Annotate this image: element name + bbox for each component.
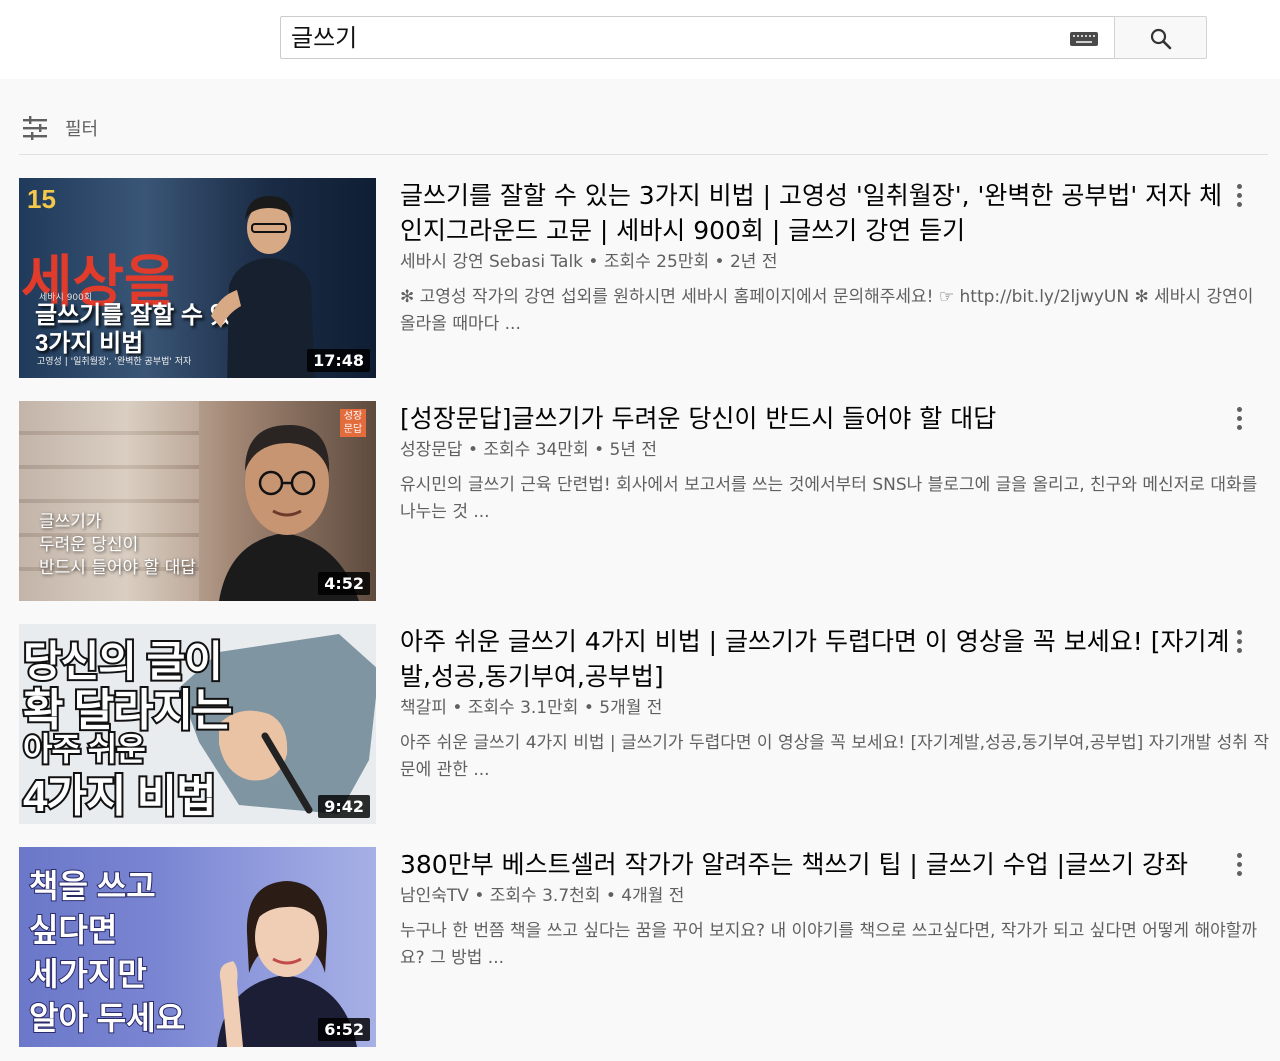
video-result[interactable]: 당신의 글이 확 달라지는 아주 쉬운 4가지 비법 9:42 아주 쉬운 글쓰… bbox=[19, 624, 1269, 824]
channel-name[interactable]: 책갈피 bbox=[400, 698, 447, 718]
thumbnail-author: 고영성 | '일취월장', '완벽한 공부법' 저자 bbox=[37, 357, 192, 367]
video-description: 유시민의 글쓰기 근육 단련법! 회사에서 보고서를 쓰는 것에서부터 SNS나… bbox=[400, 475, 1258, 522]
byline-separator: • bbox=[594, 440, 605, 460]
byline-separator: • bbox=[474, 886, 485, 906]
sliders-icon bbox=[23, 116, 47, 140]
video-duration: 17:48 bbox=[307, 349, 370, 372]
upload-age: 5개월 전 bbox=[599, 698, 663, 718]
filter-label: 필터 bbox=[65, 119, 99, 140]
video-byline: 남인숙TV • 조회수 3.7천회 • 4개월 전 bbox=[400, 884, 1230, 908]
byline-separator: • bbox=[714, 252, 725, 272]
video-result[interactable]: 책을 쓰고 싶다면 세가지만 알아 두세요 6:52 380만부 베스트셀러 작… bbox=[19, 847, 1269, 1047]
thumbnail-caption-line: 책을 쓰고 bbox=[28, 867, 157, 905]
video-result[interactable]: 성장 문답 글쓰기가 두려운 당신이 반드시 들어야 할 대답 4:52 [성장… bbox=[19, 401, 1269, 601]
video-title[interactable]: 380만부 베스트셀러 작가가 알려주는 책쓰기 팁 | 글쓰기 수업 |글쓰기… bbox=[400, 847, 1230, 882]
thumbnail-caption-line: 세가지만 bbox=[28, 955, 148, 993]
channel-name[interactable]: 성장문답 bbox=[400, 440, 463, 460]
byline-separator: • bbox=[467, 440, 478, 460]
more-options-icon[interactable] bbox=[1229, 851, 1249, 877]
thumbnail-caption-line: 4가지 비법 bbox=[21, 770, 219, 823]
byline-separator: • bbox=[605, 886, 616, 906]
thumbnail-caption: 글쓰기가 두려운 당신이 반드시 들어야 할 대답 bbox=[39, 512, 196, 578]
video-title[interactable]: [성장문답]글쓰기가 두려운 당신이 반드시 들어야 할 대답 bbox=[400, 401, 1230, 436]
video-meta: [성장문답]글쓰기가 두려운 당신이 반드시 들어야 할 대답 성장문답 • 조… bbox=[400, 401, 1257, 526]
video-meta: 글쓰기를 잘할 수 있는 3가지 비법 | 고영성 '일취월장', '완벽한 공… bbox=[400, 178, 1253, 338]
video-title[interactable]: 아주 쉬운 글쓰기 4가지 비법 | 글쓰기가 두렵다면 이 영상을 꼭 보세요… bbox=[400, 624, 1230, 694]
search-input[interactable]: 글쓰기 bbox=[280, 16, 1116, 59]
search-icon bbox=[1150, 28, 1172, 50]
video-byline: 세바시 강연 Sebasi Talk • 조회수 25만회 • 2년 전 bbox=[400, 250, 1230, 274]
view-count: 조회수 3.1만회 bbox=[467, 698, 579, 718]
video-description: ✻ 고영성 작가의 강연 섭외를 원하시면 세바시 홈페이지에서 문의해주세요!… bbox=[400, 287, 1254, 334]
filter-button[interactable]: 필터 bbox=[20, 112, 98, 144]
thumbnail-caption-line: 싶다면 bbox=[28, 911, 118, 949]
channel-name[interactable]: 남인숙TV bbox=[400, 886, 469, 906]
view-count: 조회수 3.7천회 bbox=[489, 886, 601, 906]
byline-separator: • bbox=[583, 698, 594, 718]
byline-separator: • bbox=[452, 698, 463, 718]
video-meta: 380만부 베스트셀러 작가가 알려주는 책쓰기 팁 | 글쓰기 수업 |글쓰기… bbox=[400, 847, 1257, 972]
video-duration: 4:52 bbox=[318, 572, 370, 595]
more-options-icon[interactable] bbox=[1229, 405, 1249, 431]
video-byline: 성장문답 • 조회수 34만회 • 5년 전 bbox=[400, 438, 1230, 462]
video-thumbnail[interactable]: 당신의 글이 확 달라지는 아주 쉬운 4가지 비법 9:42 bbox=[19, 624, 376, 824]
thumbnail-caption-line: 알아 두세요 bbox=[28, 999, 186, 1037]
video-thumbnail[interactable]: 책을 쓰고 싶다면 세가지만 알아 두세요 6:52 bbox=[19, 847, 376, 1047]
channel-name[interactable]: 세바시 강연 Sebasi Talk bbox=[400, 252, 583, 272]
keyboard-icon[interactable] bbox=[1070, 32, 1098, 46]
more-options-icon[interactable] bbox=[1229, 182, 1249, 208]
video-meta: 아주 쉬운 글쓰기 4가지 비법 | 글쓰기가 두렵다면 이 영상을 꼭 보세요… bbox=[400, 624, 1269, 784]
channel-badge: 성장 문답 bbox=[340, 409, 366, 437]
video-duration: 6:52 bbox=[318, 1018, 370, 1041]
byline-separator: • bbox=[588, 252, 599, 272]
video-description: 누구나 한 번쯤 책을 쓰고 싶다는 꿈을 꾸어 보지요? 내 이야기를 책으로… bbox=[400, 921, 1258, 968]
video-thumbnail[interactable]: 15 세상을 세바시 900회 글쓰기를 잘할 수 있는 3가지 비법 고영성 … bbox=[19, 178, 376, 378]
view-count: 조회수 34만회 bbox=[483, 440, 589, 460]
video-byline: 책갈피 • 조회수 3.1만회 • 5개월 전 bbox=[400, 696, 1230, 720]
video-thumbnail[interactable]: 성장 문답 글쓰기가 두려운 당신이 반드시 들어야 할 대답 4:52 bbox=[19, 401, 376, 601]
view-count: 조회수 25만회 bbox=[603, 252, 710, 272]
upload-age: 5년 전 bbox=[609, 440, 658, 460]
video-title[interactable]: 글쓰기를 잘할 수 있는 3가지 비법 | 고영성 '일취월장', '완벽한 공… bbox=[400, 178, 1230, 248]
upload-age: 2년 전 bbox=[729, 252, 778, 272]
search-query[interactable]: 글쓰기 bbox=[291, 21, 357, 55]
video-description: 아주 쉬운 글쓰기 4가지 비법 | 글쓰기가 두렵다면 이 영상을 꼭 보세요… bbox=[400, 733, 1269, 780]
more-options-icon[interactable] bbox=[1229, 628, 1249, 654]
video-result[interactable]: 15 세상을 세바시 900회 글쓰기를 잘할 수 있는 3가지 비법 고영성 … bbox=[19, 178, 1269, 378]
upload-age: 4개월 전 bbox=[621, 886, 685, 906]
divider bbox=[19, 154, 1268, 155]
video-duration: 9:42 bbox=[318, 795, 370, 818]
search-button[interactable] bbox=[1114, 16, 1207, 59]
channel-logo: 15 bbox=[27, 184, 56, 214]
masthead: 글쓰기 bbox=[0, 0, 1280, 79]
